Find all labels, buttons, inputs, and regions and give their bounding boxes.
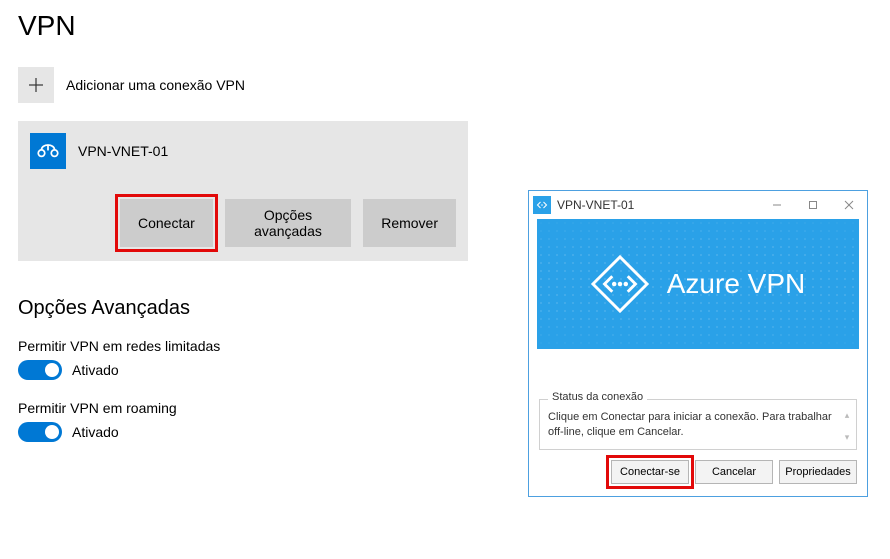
dialog-properties-button[interactable]: Propriedades (779, 460, 857, 484)
close-icon (844, 200, 854, 210)
vpn-icon (30, 133, 66, 169)
vpn-connection-name: VPN-VNET-01 (78, 143, 168, 159)
add-vpn-label: Adicionar uma conexão VPN (66, 77, 245, 93)
scroll-up-icon: ▴ (845, 410, 850, 421)
dialog-connect-button[interactable]: Conectar-se (611, 460, 689, 484)
dialog-titlebar[interactable]: VPN-VNET-01 (529, 191, 867, 219)
connect-button[interactable]: Conectar (120, 199, 213, 247)
maximize-icon (808, 200, 818, 210)
dialog-banner: Azure VPN (537, 219, 859, 349)
option-roaming: Permitir VPN em roaming Ativado (18, 400, 488, 442)
banner-text: Azure VPN (667, 268, 806, 300)
status-group: Status da conexão Clique em Conectar par… (539, 399, 857, 450)
advanced-options-button[interactable]: Opções avançadas (225, 199, 351, 247)
option-roaming-state: Ativado (72, 424, 119, 440)
status-legend: Status da conexão (548, 391, 647, 403)
dialog-cancel-button[interactable]: Cancelar (695, 460, 773, 484)
page-title: VPN (18, 10, 488, 42)
minimize-icon (772, 200, 782, 210)
remove-button[interactable]: Remover (363, 199, 456, 247)
option-roaming-toggle[interactable] (18, 422, 62, 442)
status-scrollbar[interactable]: ▴ ▾ (842, 410, 852, 443)
close-button[interactable] (831, 191, 867, 219)
option-metered-state: Ativado (72, 362, 119, 378)
option-metered-label: Permitir VPN em redes limitadas (18, 338, 488, 354)
add-vpn-tile[interactable] (18, 67, 54, 103)
option-metered: Permitir VPN em redes limitadas Ativado (18, 338, 488, 380)
option-metered-toggle[interactable] (18, 360, 62, 380)
status-message: Clique em Conectar para iniciar a conexã… (548, 410, 848, 441)
azure-vpn-logo-icon (591, 255, 649, 313)
maximize-button[interactable] (795, 191, 831, 219)
plus-icon (28, 77, 44, 93)
vpn-settings-panel: VPN Adicionar uma conexão VPN VPN-VNET-0… (18, 10, 488, 462)
dialog-title: VPN-VNET-01 (557, 198, 634, 212)
dialog-app-icon (533, 196, 551, 214)
add-vpn-row[interactable]: Adicionar uma conexão VPN (18, 67, 488, 103)
advanced-section-title: Opções Avançadas (18, 297, 488, 320)
minimize-button[interactable] (759, 191, 795, 219)
scroll-down-icon: ▾ (845, 432, 850, 443)
option-roaming-label: Permitir VPN em roaming (18, 400, 488, 416)
azure-vpn-dialog: VPN-VNET-01 Azure VPN Status da conex (528, 190, 868, 497)
vpn-connection-item[interactable]: VPN-VNET-01 Conectar Opções avançadas Re… (18, 121, 468, 261)
